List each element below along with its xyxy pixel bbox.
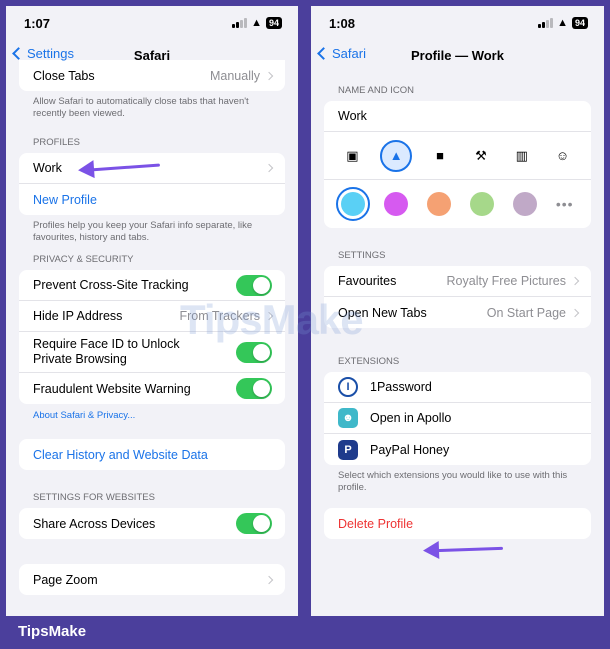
clear-history-label: Clear History and Website Data — [33, 447, 208, 462]
more-colors-icon[interactable]: ••• — [556, 196, 574, 212]
extensions-header: EXTENSIONS — [338, 356, 400, 367]
about-privacy-link[interactable]: About Safari & Privacy... — [19, 404, 285, 421]
profile-work-screen: 1:08 ▲ 94 Safari Profile — Work NAME AND… — [311, 6, 604, 616]
extension-name: PayPal Honey — [370, 442, 450, 457]
close-tabs-label: Close Tabs — [33, 68, 95, 83]
extension-honey-row[interactable]: P PayPal Honey — [324, 434, 591, 465]
paypal-honey-icon: P — [338, 439, 358, 460]
chevron-right-icon — [264, 311, 274, 321]
new-profile-button[interactable]: New Profile — [19, 184, 285, 215]
clear-history-button[interactable]: Clear History and Website Data — [19, 439, 285, 470]
chevron-right-icon — [264, 575, 274, 584]
extensions-footnote: Select which extensions you would like t… — [338, 470, 568, 493]
color-picker: ••• — [324, 180, 591, 228]
name-icon-header: NAME AND ICON — [338, 85, 415, 96]
cellular-signal-icon — [232, 18, 248, 28]
color-swatch-green[interactable] — [470, 192, 495, 216]
profile-work-label: Work — [33, 161, 62, 175]
share-devices-toggle[interactable] — [236, 513, 272, 534]
delete-profile-label: Delete Profile — [338, 516, 414, 531]
extension-name: 1Password — [370, 380, 432, 394]
cellular-signal-icon — [538, 18, 554, 28]
extension-1password-row[interactable]: I 1Password — [324, 372, 591, 403]
chevron-right-icon — [570, 308, 580, 317]
wifi-icon: ▲ — [557, 17, 568, 29]
open-new-tabs-value: On Start Page — [486, 305, 566, 320]
favourites-label: Favourites — [338, 274, 397, 288]
hammer-icon[interactable]: ⚒ — [468, 143, 494, 169]
color-swatch-purple[interactable] — [384, 192, 409, 216]
color-swatch-cyan[interactable] — [336, 187, 371, 221]
chevron-right-icon — [264, 163, 274, 173]
profile-work-row[interactable]: Work — [19, 153, 285, 184]
chevron-right-icon — [264, 71, 274, 80]
person-badge-icon[interactable]: ▣ — [339, 143, 365, 169]
open-new-tabs-row[interactable]: Open New Tabs On Start Page — [324, 297, 591, 328]
status-bar: 1:07 ▲ 94 — [6, 6, 298, 40]
websites-header: SETTINGS FOR WEBSITES — [33, 492, 155, 503]
share-devices-row: Share Across Devices — [19, 508, 285, 539]
share-devices-label: Share Across Devices — [33, 516, 156, 531]
cross-site-tracking-toggle[interactable] — [236, 274, 272, 296]
hide-ip-value: From Trackers — [179, 309, 260, 323]
profile-name-field[interactable]: Work — [324, 101, 591, 132]
building-icon[interactable]: ▥ — [509, 143, 535, 169]
navigation-bar: Safari Profile — Work — [311, 40, 604, 70]
brand-logo: TipsMake — [18, 623, 87, 640]
face-id-toggle[interactable] — [236, 341, 272, 363]
apollo-icon: ☻ — [338, 408, 358, 428]
page-zoom-label: Page Zoom — [33, 572, 98, 587]
open-new-tabs-label: Open New Tabs — [338, 305, 427, 320]
status-time: 1:08 — [329, 15, 356, 31]
privacy-header: PRIVACY & SECURITY — [33, 254, 134, 265]
close-tabs-row[interactable]: Close Tabs Manually — [19, 60, 285, 91]
color-swatch-mauve[interactable] — [512, 192, 537, 216]
back-button[interactable]: Safari — [317, 46, 366, 61]
graduation-cap-icon[interactable]: ▲ — [380, 139, 413, 172]
battery-indicator: 94 — [265, 17, 282, 29]
hide-ip-row[interactable]: Hide IP Address From Trackers — [19, 301, 285, 332]
chevron-left-icon — [12, 47, 25, 60]
face-id-row: Require Face ID to Unlock Private Browsi… — [19, 332, 285, 373]
new-profile-label: New Profile — [33, 192, 97, 207]
profile-name-value: Work — [338, 109, 367, 123]
settings-header: SETTINGS — [338, 250, 386, 261]
1password-icon: I — [338, 377, 358, 397]
chevron-right-icon — [570, 276, 580, 286]
favourites-row[interactable]: Favourites Royalty Free Pictures — [324, 266, 591, 297]
color-swatch-orange[interactable] — [427, 192, 452, 216]
back-button[interactable]: Settings — [12, 46, 74, 61]
extension-apollo-row[interactable]: ☻ Open in Apollo — [324, 403, 591, 434]
fraudulent-warning-label: Fraudulent Website Warning — [33, 381, 191, 396]
close-tabs-footnote: Allow Safari to automatically close tabs… — [33, 96, 249, 119]
icon-picker: ▣ ▲ ■ ⚒ ▥ ☺ — [324, 132, 591, 180]
pointer-arrow — [434, 546, 504, 553]
extension-name: Open in Apollo — [370, 411, 452, 425]
cross-site-tracking-row: Prevent Cross-Site Tracking — [19, 270, 285, 301]
face-id-label: Require Face ID to Unlock Private Browsi… — [33, 337, 180, 366]
page-zoom-row[interactable]: Page Zoom — [19, 564, 285, 595]
cross-site-tracking-label: Prevent Cross-Site Tracking — [33, 278, 189, 292]
battery-indicator: 94 — [571, 17, 588, 29]
smiley-icon[interactable]: ☺ — [550, 143, 576, 169]
chevron-left-icon — [317, 47, 330, 60]
status-time: 1:07 — [24, 15, 51, 31]
delete-profile-button[interactable]: Delete Profile — [324, 508, 591, 539]
wifi-icon: ▲ — [251, 17, 262, 29]
back-label: Safari — [332, 46, 366, 61]
hide-ip-label: Hide IP Address — [33, 309, 123, 323]
safari-settings-screen: 1:07 ▲ 94 Settings Safari Close Tabs Man… — [6, 6, 298, 616]
fraudulent-warning-row: Fraudulent Website Warning — [19, 373, 285, 404]
fraudulent-warning-toggle[interactable] — [236, 378, 272, 399]
close-tabs-value: Manually — [209, 68, 260, 83]
profiles-footnote: Profiles help you keep your Safari info … — [33, 220, 253, 243]
status-bar: 1:08 ▲ 94 — [311, 6, 604, 40]
profiles-header: PROFILES — [33, 137, 80, 148]
favourites-value: Royalty Free Pictures — [446, 274, 566, 288]
page-title: Profile — Work — [411, 47, 504, 63]
back-label: Settings — [27, 46, 74, 61]
briefcase-icon[interactable]: ■ — [427, 143, 453, 169]
